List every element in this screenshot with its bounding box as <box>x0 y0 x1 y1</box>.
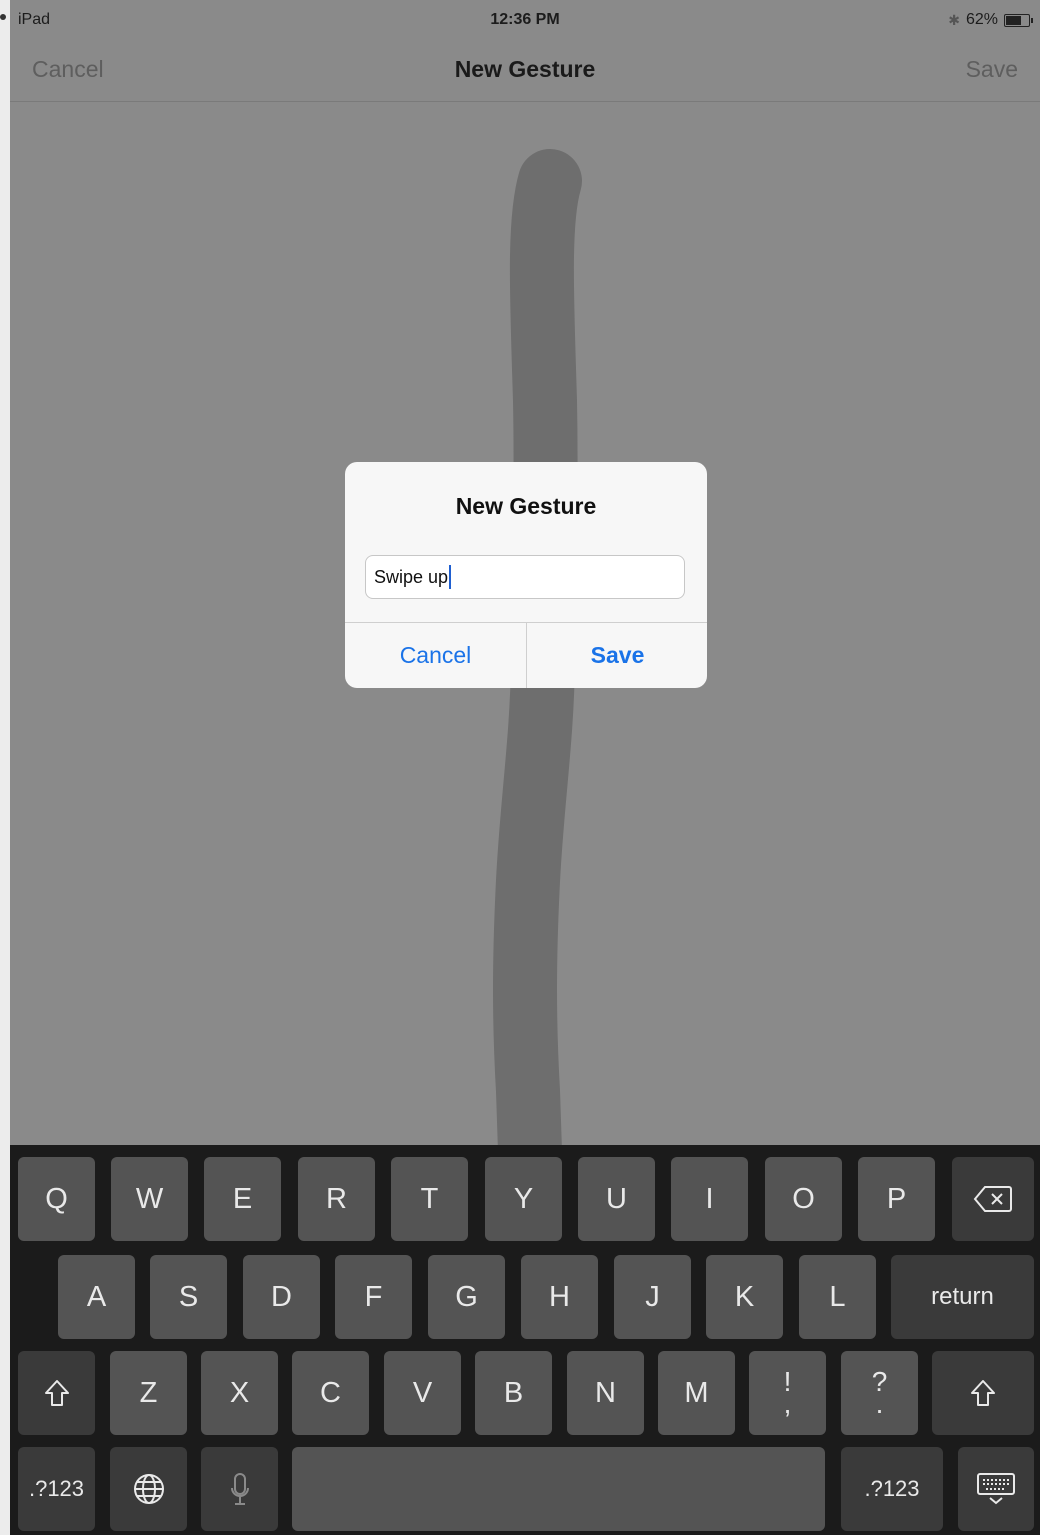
shift-right-key[interactable] <box>932 1351 1034 1435</box>
shift-icon <box>971 1380 995 1406</box>
status-bar: iPad 12:36 PM ✱ 62% <box>10 0 1040 40</box>
numbers-left-key[interactable]: .?123 <box>18 1447 95 1531</box>
key-p[interactable]: P <box>858 1157 935 1241</box>
new-gesture-dialog: New Gesture Swipe up Cancel Save <box>345 462 707 688</box>
key-exclaim-comma[interactable]: ! , <box>749 1351 826 1435</box>
status-right: ✱ 62% <box>948 11 1033 29</box>
key-c[interactable]: C <box>292 1351 369 1435</box>
backspace-icon <box>973 1186 1012 1212</box>
shift-icon <box>44 1380 69 1406</box>
nav-title: New Gesture <box>454 56 596 82</box>
key-w[interactable]: W <box>111 1157 188 1241</box>
key-k[interactable]: K <box>706 1255 783 1339</box>
key-x[interactable]: X <box>201 1351 278 1435</box>
key-a[interactable]: A <box>58 1255 135 1339</box>
key-j[interactable]: J <box>614 1255 691 1339</box>
delete-key[interactable] <box>952 1157 1034 1241</box>
key-period-label: . <box>875 1388 884 1419</box>
key-t[interactable]: T <box>391 1157 468 1241</box>
key-l[interactable]: L <box>799 1255 876 1339</box>
dialog-title: New Gesture <box>455 493 597 519</box>
keyboard: Q W E R T Y U I O P A S D F G H J K L re… <box>10 1145 1040 1535</box>
key-e[interactable]: E <box>204 1157 281 1241</box>
navigation-bar: Cancel New Gesture Save <box>10 40 1040 102</box>
dictation-key[interactable] <box>201 1447 278 1531</box>
dismiss-keyboard-key[interactable] <box>958 1447 1034 1531</box>
return-key[interactable]: return <box>891 1255 1034 1339</box>
key-b[interactable]: B <box>475 1351 552 1435</box>
globe-key[interactable] <box>110 1447 187 1531</box>
key-question-period[interactable]: ? . <box>841 1351 918 1435</box>
key-y[interactable]: Y <box>485 1157 562 1241</box>
key-n[interactable]: N <box>567 1351 644 1435</box>
dialog-cancel-button[interactable]: Cancel <box>345 623 526 688</box>
key-o[interactable]: O <box>765 1157 842 1241</box>
space-bar[interactable] <box>292 1447 825 1531</box>
battery-fill <box>1006 15 1021 25</box>
key-i[interactable]: I <box>671 1157 748 1241</box>
key-s[interactable]: S <box>150 1255 227 1339</box>
shift-left-key[interactable] <box>18 1351 95 1435</box>
battery-percent: 62% <box>965 11 998 28</box>
text-caret <box>449 565 452 589</box>
numbers-right-key[interactable]: .?123 <box>841 1447 943 1531</box>
microphone-icon <box>230 1473 249 1505</box>
nav-save-button[interactable]: Save <box>966 56 1018 83</box>
location-dot-icon <box>0 14 6 20</box>
gesture-name-value: Swipe up <box>374 566 449 587</box>
key-q[interactable]: Q <box>18 1157 95 1241</box>
app-screen: iPad 12:36 PM ✱ 62% Cancel New Gesture S… <box>10 0 1040 1535</box>
key-z[interactable]: Z <box>110 1351 187 1435</box>
key-r[interactable]: R <box>298 1157 375 1241</box>
key-d[interactable]: D <box>243 1255 320 1339</box>
left-edge-strip <box>0 0 10 1535</box>
key-f[interactable]: F <box>335 1255 412 1339</box>
battery-icon <box>1004 13 1033 27</box>
key-v[interactable]: V <box>384 1351 461 1435</box>
gesture-name-input[interactable]: Swipe up <box>365 555 685 599</box>
key-comma-label: , <box>783 1388 792 1419</box>
dialog-save-button[interactable]: Save <box>527 623 707 688</box>
globe-icon <box>133 1474 164 1504</box>
keyboard-dismiss-icon <box>977 1473 1015 1505</box>
key-g[interactable]: G <box>428 1255 505 1339</box>
key-m[interactable]: M <box>658 1351 735 1435</box>
clock: 12:36 PM <box>490 11 560 28</box>
key-h[interactable]: H <box>521 1255 598 1339</box>
bluetooth-icon: ✱ <box>948 11 960 28</box>
key-u[interactable]: U <box>578 1157 655 1241</box>
